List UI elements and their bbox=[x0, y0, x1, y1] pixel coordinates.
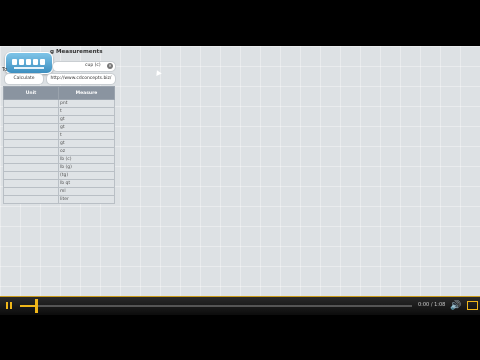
table-row[interactable]: lb (c) bbox=[3, 155, 115, 164]
cell-measure: oz bbox=[58, 147, 115, 156]
table-header-row: Unit Measure bbox=[3, 86, 115, 100]
table-row[interactable]: lb qt bbox=[3, 179, 115, 188]
seek-progress bbox=[20, 305, 36, 307]
cell-measure: lb (c) bbox=[58, 155, 115, 164]
pause-icon[interactable] bbox=[4, 300, 14, 311]
clear-icon[interactable]: ✕ bbox=[107, 63, 113, 69]
table-row[interactable]: gt bbox=[3, 123, 115, 132]
cell-measure: (tg) bbox=[58, 171, 115, 180]
cell-unit bbox=[3, 163, 59, 172]
seek-handle[interactable] bbox=[35, 299, 38, 313]
time-display: 0:00 / 1:08 bbox=[418, 302, 446, 308]
table-row[interactable]: gt bbox=[3, 139, 115, 148]
to-unit-field[interactable]: cup (c) ✕ bbox=[52, 61, 116, 72]
table-row[interactable]: oz bbox=[3, 147, 115, 156]
cell-unit bbox=[3, 99, 59, 108]
table-row[interactable]: t bbox=[3, 131, 115, 140]
cell-measure: gt bbox=[58, 115, 115, 124]
video-stage[interactable]: g Measurements To cup (c) ✕ Calculate ht… bbox=[0, 46, 480, 296]
cell-unit bbox=[3, 179, 59, 188]
url-field[interactable]: http://www.cdconcepts.biz/ bbox=[46, 73, 116, 85]
table-row[interactable]: liter bbox=[3, 195, 115, 204]
cell-unit bbox=[3, 107, 59, 116]
cell-measure: liter bbox=[58, 195, 115, 204]
app-title: g Measurements bbox=[50, 49, 103, 55]
to-unit-value: cup (c) bbox=[85, 63, 101, 68]
units-table: Unit Measure pnt t gt gt t gt oz lb (c) … bbox=[3, 86, 115, 204]
seek-bar[interactable] bbox=[20, 305, 412, 307]
logo bbox=[5, 52, 53, 74]
video-player-controls: 0:00 / 1:08 🔊 bbox=[0, 296, 480, 315]
cell-unit bbox=[3, 155, 59, 164]
cell-unit bbox=[3, 123, 59, 132]
cell-measure: gt bbox=[58, 123, 115, 132]
cell-measure: gt bbox=[58, 139, 115, 148]
cell-unit bbox=[3, 131, 59, 140]
table-row[interactable]: (tg) bbox=[3, 171, 115, 180]
cell-measure: lb qt bbox=[58, 179, 115, 188]
cell-unit bbox=[3, 171, 59, 180]
header-unit: Unit bbox=[3, 86, 59, 100]
cell-measure: ml bbox=[58, 187, 115, 196]
volume-icon[interactable]: 🔊 bbox=[450, 301, 461, 311]
to-label: To bbox=[2, 67, 8, 73]
calculate-button[interactable]: Calculate bbox=[4, 73, 44, 85]
cell-measure: t bbox=[58, 131, 115, 140]
cell-unit bbox=[3, 187, 59, 196]
cell-measure: t bbox=[58, 107, 115, 116]
header-measure: Measure bbox=[58, 86, 115, 100]
fullscreen-icon[interactable] bbox=[467, 301, 478, 310]
table-row[interactable]: lb (g) bbox=[3, 163, 115, 172]
cell-unit bbox=[3, 147, 59, 156]
table-row[interactable]: t bbox=[3, 107, 115, 116]
cell-measure: lb (g) bbox=[58, 163, 115, 172]
cell-unit bbox=[3, 139, 59, 148]
cell-measure: pnt bbox=[58, 99, 115, 108]
table-row[interactable]: gt bbox=[3, 115, 115, 124]
cell-unit bbox=[3, 195, 59, 204]
table-row[interactable]: pnt bbox=[3, 99, 115, 108]
table-row[interactable]: ml bbox=[3, 187, 115, 196]
cell-unit bbox=[3, 115, 59, 124]
